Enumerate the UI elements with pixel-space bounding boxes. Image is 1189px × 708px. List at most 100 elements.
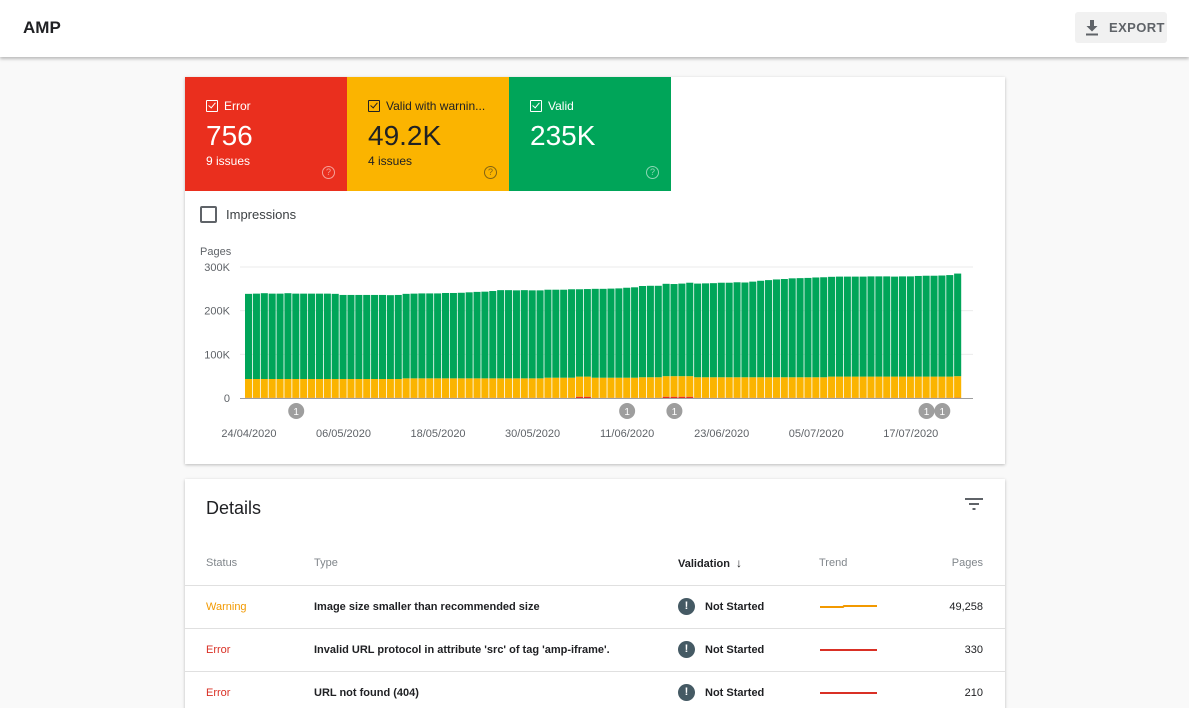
bar-valid: [694, 284, 701, 378]
bar-valid: [631, 287, 638, 377]
column-header-status[interactable]: Status: [185, 542, 314, 585]
bar-warning: [765, 377, 772, 398]
bar-valid: [930, 276, 937, 377]
bar-warning: [489, 378, 496, 397]
row-trend: [819, 671, 919, 708]
bar-valid: [860, 277, 867, 377]
status-tiles: Error 756 9 issues ? Valid with warnin..…: [185, 77, 671, 191]
exclamation-icon: !: [678, 684, 695, 701]
bar-warning: [458, 378, 465, 397]
bar-valid: [434, 293, 441, 378]
bar-valid: [600, 289, 607, 378]
bar-warning: [379, 379, 386, 398]
bar-warning: [631, 378, 638, 398]
bar-warning: [726, 377, 733, 398]
table-row[interactable]: ErrorInvalid URL protocol in attribute '…: [185, 628, 1005, 671]
bar-valid: [946, 275, 953, 377]
row-trend: [819, 585, 919, 628]
bar-warning: [284, 379, 291, 398]
bar-warning: [710, 377, 717, 398]
bar-warning: [860, 377, 867, 398]
bar-warning: [891, 377, 898, 398]
bar-valid: [757, 281, 764, 378]
bar-warning: [749, 377, 756, 398]
trend-line: [820, 606, 877, 607]
tile-error[interactable]: Error 756 9 issues ?: [185, 77, 347, 191]
column-header-validation[interactable]: Validation↓: [678, 542, 819, 585]
bar-valid: [568, 289, 575, 377]
bar-warning: [410, 378, 417, 397]
bar-error: [670, 397, 677, 398]
bar-warning: [867, 377, 874, 398]
bar-valid: [726, 283, 733, 378]
impressions-checkbox[interactable]: [200, 206, 217, 223]
details-table: Status Type Validation↓ Trend Pages Warn…: [185, 542, 1005, 708]
bar-valid: [828, 277, 835, 377]
checkbox-checked-icon[interactable]: [368, 100, 380, 112]
bar-valid: [442, 293, 449, 378]
bar-valid: [505, 290, 512, 378]
row-type: Image size smaller than recommended size: [314, 585, 678, 628]
bar-valid: [647, 286, 654, 377]
details-card: Details Status Type Validation↓ Trend Pa…: [185, 479, 1005, 708]
bar-valid: [804, 278, 811, 377]
bar-valid: [592, 289, 599, 378]
export-button[interactable]: EXPORT: [1075, 12, 1167, 43]
bar-valid: [923, 276, 930, 377]
impressions-toggle[interactable]: Impressions: [200, 206, 296, 223]
bar-warning: [639, 377, 646, 398]
bar-warning: [466, 378, 473, 397]
bar-warning: [292, 379, 299, 398]
bar-valid: [938, 276, 945, 377]
bar-valid: [418, 293, 425, 378]
checkbox-checked-icon[interactable]: [206, 100, 218, 112]
bar-warning: [261, 379, 268, 398]
bar-warning: [347, 379, 354, 398]
bar-valid: [741, 283, 748, 378]
column-header-pages[interactable]: Pages: [919, 542, 1005, 585]
bar-warning: [529, 378, 536, 397]
bar-warning: [253, 379, 260, 398]
bar-valid: [852, 277, 859, 377]
bar-warning: [403, 378, 410, 397]
tile-valid-with-warnings[interactable]: Valid with warnin... 49.2K 4 issues ?: [347, 77, 509, 191]
bar-warning: [907, 377, 914, 398]
help-icon[interactable]: ?: [484, 166, 497, 179]
bar-warning: [789, 377, 796, 398]
bar-valid: [765, 280, 772, 377]
bar-valid: [560, 290, 567, 378]
validation-status: Not Started: [705, 687, 764, 699]
annotation-label: 1: [293, 407, 299, 418]
row-trend: [819, 628, 919, 671]
tile-valid[interactable]: Valid 235K ?: [509, 77, 671, 191]
trend-sparkline: [819, 643, 879, 653]
bar-warning: [844, 377, 851, 398]
column-header-type[interactable]: Type: [314, 542, 678, 585]
bar-warning: [584, 377, 591, 397]
bar-valid: [552, 290, 559, 378]
bar-warning: [568, 378, 575, 398]
bar-valid: [820, 277, 827, 377]
bar-valid: [663, 284, 670, 376]
x-tick-label: 06/05/2020: [316, 428, 371, 440]
checkbox-checked-icon[interactable]: [530, 100, 542, 112]
bar-valid: [576, 289, 583, 376]
bar-valid: [371, 295, 378, 379]
coverage-chart-card: Error 756 9 issues ? Valid with warnin..…: [185, 77, 1005, 464]
bar-valid: [623, 288, 630, 378]
table-row[interactable]: WarningImage size smaller than recommend…: [185, 585, 1005, 628]
bar-valid: [734, 282, 741, 377]
help-icon[interactable]: ?: [646, 166, 659, 179]
filter-icon[interactable]: [964, 496, 984, 512]
annotation-label: 1: [940, 407, 946, 418]
bar-valid: [749, 282, 756, 378]
help-icon[interactable]: ?: [322, 166, 335, 179]
bar-warning: [607, 378, 614, 398]
row-type: URL not found (404): [314, 671, 678, 708]
bar-valid: [655, 286, 662, 377]
bar-valid: [639, 286, 646, 377]
tile-label: Error: [224, 99, 251, 113]
bar-warning: [718, 377, 725, 398]
table-row[interactable]: ErrorURL not found (404)!Not Started210: [185, 671, 1005, 708]
validation-status: Not Started: [705, 644, 764, 656]
